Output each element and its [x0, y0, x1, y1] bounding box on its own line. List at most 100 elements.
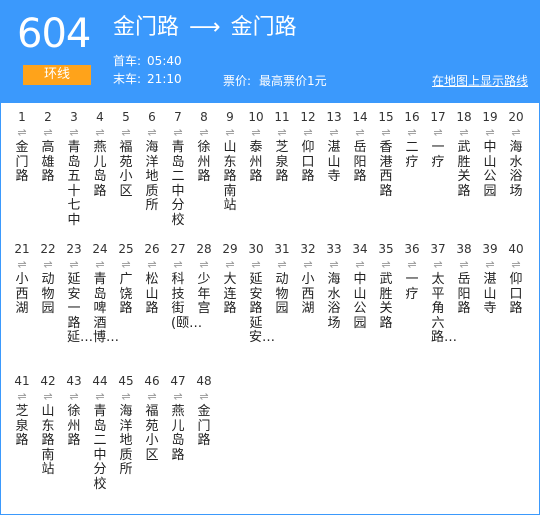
stop-number: 33 — [326, 242, 342, 256]
stop-row: 21 ⇌ 小西湖 22 ⇌ 动物园 23 ⇌ 延安一路延… 24 ⇌ 青岛啤酒博… 25 ⇌ 广饶路 26 ⇌ 松… — [9, 241, 537, 373]
show-route-on-map-link[interactable]: 在地图上显示路线 — [432, 72, 528, 90]
stop-item[interactable]: 27 ⇌ 科技街(颐… — [165, 241, 202, 331]
stop-item[interactable]: 40 ⇌ 仰口路 — [503, 241, 529, 317]
fare-value: 最高票价1元 — [259, 74, 327, 88]
stop-name: 香港西路 — [379, 140, 393, 199]
bidirectional-arrow-icon: ⇌ — [303, 258, 313, 271]
stop-item[interactable]: 1 ⇌ 金门路 — [9, 109, 35, 185]
stop-name: 芝泉路 — [275, 140, 289, 184]
stop-name: 福苑小区 — [119, 140, 133, 199]
stop-number: 37 — [430, 242, 446, 256]
bidirectional-arrow-icon: ⇌ — [329, 126, 339, 139]
stop-number: 42 — [40, 374, 56, 388]
stop-number: 36 — [404, 242, 420, 256]
stop-item[interactable]: 29 ⇌ 大连路 — [217, 241, 243, 317]
first-bus-label: 首车: — [113, 54, 142, 68]
stop-number: 39 — [482, 242, 498, 256]
stop-item[interactable]: 10 ⇌ 泰州路 — [243, 109, 269, 185]
fare: 票价: 最高票价1元 — [223, 72, 327, 90]
last-bus: 末车: 21:10 — [113, 70, 182, 88]
stop-item[interactable]: 15 ⇌ 香港西路 — [373, 109, 399, 199]
stop-item[interactable]: 33 ⇌ 海水浴场 — [321, 241, 347, 331]
stop-item[interactable]: 18 ⇌ 武胜关路 — [451, 109, 477, 199]
stop-item[interactable]: 16 ⇌ 二疗 — [399, 109, 425, 170]
stop-item[interactable]: 45 ⇌ 海洋地质所 — [113, 373, 139, 478]
stop-item[interactable]: 8 ⇌ 徐州路 — [191, 109, 217, 185]
stop-name: 青岛二中分校 — [171, 140, 185, 228]
stop-name: 金门路 — [197, 404, 211, 448]
stop-item[interactable]: 41 ⇌ 芝泉路 — [9, 373, 35, 449]
stop-name: 福苑小区 — [145, 404, 159, 463]
stop-item[interactable]: 35 ⇌ 武胜关路 — [373, 241, 399, 331]
stop-item[interactable]: 32 ⇌ 小西湖 — [295, 241, 321, 317]
stop-item[interactable]: 17 ⇌ 一疗 — [425, 109, 451, 170]
stop-item[interactable]: 11 ⇌ 芝泉路 — [269, 109, 295, 185]
stop-item[interactable]: 44 ⇌ 青岛二中分校 — [87, 373, 113, 492]
bidirectional-arrow-icon: ⇌ — [251, 126, 261, 139]
stop-number: 34 — [352, 242, 368, 256]
stop-item[interactable]: 14 ⇌ 岳阳路 — [347, 109, 373, 185]
stop-number: 29 — [222, 242, 238, 256]
stop-item[interactable]: 34 ⇌ 中山公园 — [347, 241, 373, 331]
bidirectional-arrow-icon: ⇌ — [303, 126, 313, 139]
stop-item[interactable]: 37 ⇌ 太平角六路… — [425, 241, 457, 346]
stop-name: 海洋地质所 — [119, 404, 133, 477]
stop-item[interactable]: 20 ⇌ 海水浴场 — [503, 109, 529, 199]
last-bus-label: 末车: — [113, 72, 142, 86]
stop-item[interactable]: 36 ⇌ 一疗 — [399, 241, 425, 302]
stop-item[interactable]: 26 ⇌ 松山路 — [139, 241, 165, 317]
bidirectional-arrow-icon: ⇌ — [511, 126, 521, 139]
stop-item[interactable]: 43 ⇌ 徐州路 — [61, 373, 87, 449]
stop-item[interactable]: 7 ⇌ 青岛二中分校 — [165, 109, 191, 228]
stop-item[interactable]: 38 ⇌ 岳阳路 — [451, 241, 477, 317]
stop-item[interactable]: 39 ⇌ 湛山寺 — [477, 241, 503, 317]
stop-item[interactable]: 12 ⇌ 仰口路 — [295, 109, 321, 185]
stop-item[interactable]: 2 ⇌ 高雄路 — [35, 109, 61, 185]
direction-arrow-icon: ⟶ — [189, 15, 221, 40]
stop-item[interactable]: 28 ⇌ 少年宫 — [191, 241, 217, 317]
stop-item[interactable]: 46 ⇌ 福苑小区 — [139, 373, 165, 463]
stop-item[interactable]: 48 ⇌ 金门路 — [191, 373, 217, 449]
bidirectional-arrow-icon: ⇌ — [407, 126, 417, 139]
stop-item[interactable]: 5 ⇌ 福苑小区 — [113, 109, 139, 199]
route-type-badge: 环线 — [23, 65, 91, 85]
stop-number: 41 — [14, 374, 30, 388]
bidirectional-arrow-icon: ⇌ — [329, 258, 339, 271]
stop-item[interactable]: 21 ⇌ 小西湖 — [9, 241, 35, 317]
stop-name: 小西湖 — [15, 272, 29, 316]
stop-item[interactable]: 9 ⇌ 山东路南站 — [217, 109, 243, 214]
stop-item[interactable]: 22 ⇌ 动物园 — [35, 241, 61, 317]
stop-item[interactable]: 42 ⇌ 山东路南站 — [35, 373, 61, 478]
stop-number: 7 — [174, 110, 182, 124]
stop-item[interactable]: 3 ⇌ 青岛五十七中 — [61, 109, 87, 228]
stop-number: 24 — [92, 242, 108, 256]
stop-item[interactable]: 13 ⇌ 湛山寺 — [321, 109, 347, 185]
stop-number: 18 — [456, 110, 472, 124]
stop-number: 20 — [508, 110, 524, 124]
stop-item[interactable]: 23 ⇌ 延安一路延… — [61, 241, 93, 346]
stop-name: 青岛啤酒博… — [93, 272, 120, 345]
stop-item[interactable]: 4 ⇌ 燕儿岛路 — [87, 109, 113, 199]
stop-name: 海水浴场 — [327, 272, 341, 331]
stop-item[interactable]: 30 ⇌ 延安路延安… — [243, 241, 275, 346]
stop-item[interactable]: 6 ⇌ 海洋地质所 — [139, 109, 165, 214]
stop-number: 16 — [404, 110, 420, 124]
stop-number: 17 — [430, 110, 446, 124]
stop-item[interactable]: 31 ⇌ 动物园 — [269, 241, 295, 317]
bidirectional-arrow-icon: ⇌ — [147, 258, 157, 271]
stop-number: 47 — [170, 374, 186, 388]
stop-number: 10 — [248, 110, 264, 124]
stop-number: 40 — [508, 242, 524, 256]
stop-item[interactable]: 19 ⇌ 中山公园 — [477, 109, 503, 199]
bidirectional-arrow-icon: ⇌ — [69, 390, 79, 403]
stop-item[interactable]: 24 ⇌ 青岛啤酒博… — [87, 241, 120, 346]
stop-name: 海水浴场 — [509, 140, 523, 199]
stop-item[interactable]: 25 ⇌ 广饶路 — [113, 241, 139, 317]
bidirectional-arrow-icon: ⇌ — [459, 126, 469, 139]
stop-item[interactable]: 47 ⇌ 燕儿岛路 — [165, 373, 191, 463]
stop-name: 广饶路 — [119, 272, 133, 316]
bidirectional-arrow-icon: ⇌ — [485, 258, 495, 271]
stop-name: 二疗 — [405, 140, 419, 170]
stop-number: 6 — [148, 110, 156, 124]
bidirectional-arrow-icon: ⇌ — [95, 126, 105, 139]
